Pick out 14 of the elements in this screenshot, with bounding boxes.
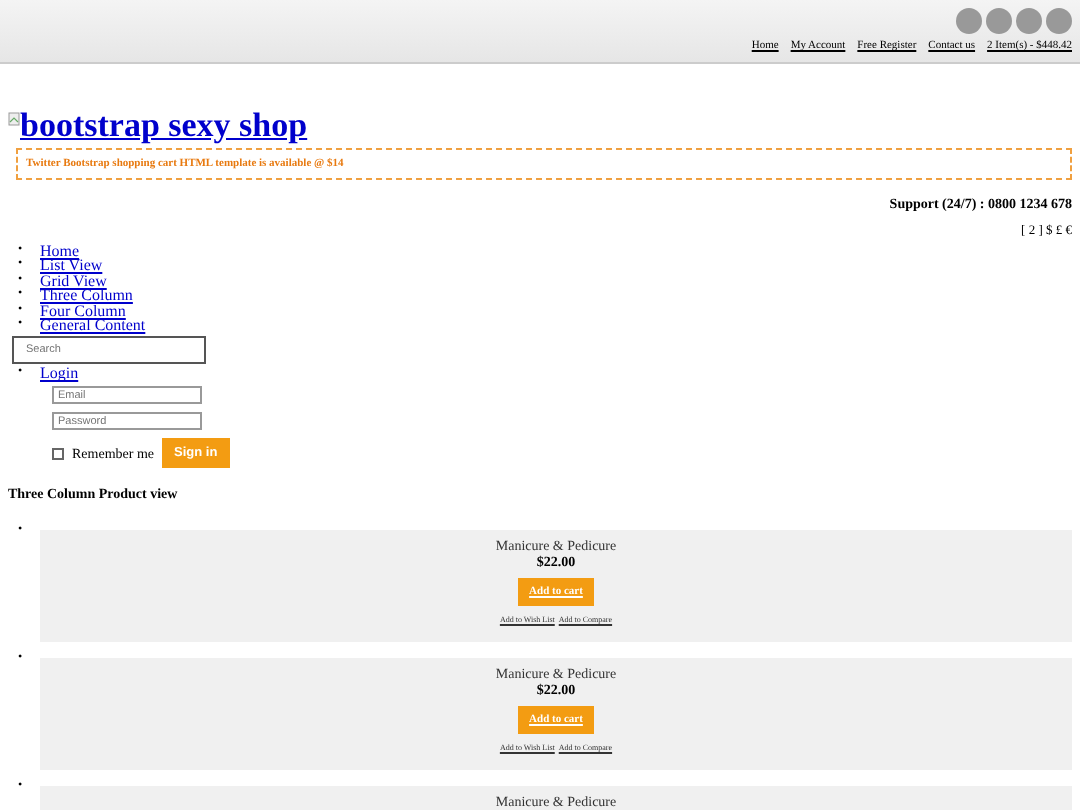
remember-checkbox[interactable] <box>52 447 64 460</box>
social-icon[interactable] <box>1016 8 1042 34</box>
logo-link[interactable]: bootstrap sexy shop <box>20 108 308 144</box>
nav-link[interactable]: List View <box>40 258 103 274</box>
nav-link[interactable]: Grid View <box>40 273 107 289</box>
social-icon[interactable] <box>956 8 982 34</box>
social-icon[interactable] <box>1046 8 1072 34</box>
nav-link[interactable]: General Content <box>40 318 146 333</box>
broken-image-icon <box>8 112 20 126</box>
nav-link[interactable]: Three Column <box>40 288 133 304</box>
social-icon[interactable] <box>986 8 1012 34</box>
nav-link[interactable]: Four Column <box>40 303 126 319</box>
nav-link[interactable]: Home <box>40 244 80 259</box>
login-link[interactable]: Login <box>40 364 79 383</box>
